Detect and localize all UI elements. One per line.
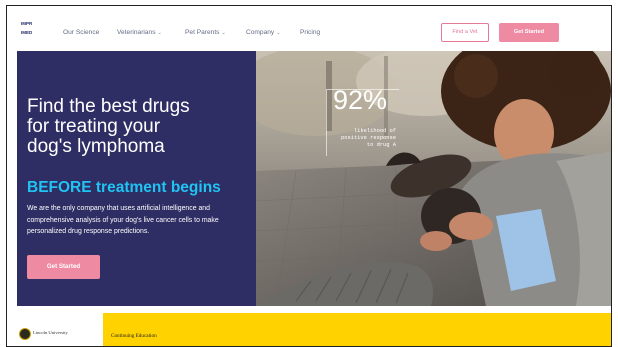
stat-caption-line: likelihood of xyxy=(353,128,396,134)
hero-headline-line: dog's lymphoma xyxy=(27,136,165,157)
brand-logo[interactable]: IMPR IMED xyxy=(21,20,43,38)
nav-link-pet-parents[interactable]: Pet Parents ⌄ xyxy=(185,29,226,36)
browser-viewport: IMPR IMED Our Science Veterinarians ⌄ Pet… xyxy=(6,5,612,347)
hero-headline-line: Find the best drugs xyxy=(27,96,190,117)
chevron-down-icon: ⌄ xyxy=(157,30,162,36)
university-strip xyxy=(7,306,103,346)
continuing-education-banner xyxy=(103,313,611,346)
nav-link-our-science[interactable]: Our Science xyxy=(63,29,99,36)
nav-link-pricing[interactable]: Pricing xyxy=(300,29,320,36)
hero-subheadline: BEFORE treatment begins xyxy=(27,179,221,196)
stat-value: 92% xyxy=(333,85,388,115)
nav-link-label: Our Science xyxy=(63,29,100,36)
stat-caption-line: to drug A xyxy=(366,142,396,148)
hero-headline-line: for treating your xyxy=(27,116,161,137)
continuing-education-label[interactable]: Continuing Education xyxy=(111,333,157,339)
logo-text-line-1: IMPR xyxy=(21,21,33,26)
chevron-down-icon: ⌄ xyxy=(221,30,226,36)
hero-photo: 92% likelihood of positive response to d… xyxy=(256,51,611,306)
nav-link-company[interactable]: Company ⌄ xyxy=(246,29,280,36)
nav-link-label: Veterinarians xyxy=(117,29,156,36)
woman-and-dog-photo xyxy=(256,51,611,306)
hero-get-started-button[interactable]: Get Started xyxy=(27,255,100,279)
university-name[interactable]: Lincoln University xyxy=(33,330,68,335)
nav-link-veterinarians[interactable]: Veterinarians ⌄ xyxy=(117,29,162,36)
nav-link-label: Pet Parents xyxy=(185,29,220,36)
hero-description: We are the only company that uses artifi… xyxy=(27,205,219,235)
chevron-down-icon: ⌄ xyxy=(276,30,281,36)
nav-link-label: Company xyxy=(246,29,275,36)
top-navigation: IMPR IMED Our Science Veterinarians ⌄ Pet… xyxy=(7,6,611,50)
hero-headline: Find the best drugs for treating your do… xyxy=(27,97,190,157)
hero-text-panel: Find the best drugs for treating your do… xyxy=(17,51,256,306)
logo-text-line-2: IMED xyxy=(21,30,33,35)
university-seal-icon xyxy=(19,328,31,340)
stat-caption: likelihood of positive response to drug … xyxy=(316,128,396,149)
stat-caption-line: positive response xyxy=(341,135,396,141)
nav-get-started-button[interactable]: Get Started xyxy=(499,23,559,42)
nav-link-label: Pricing xyxy=(300,29,321,36)
find-a-vet-button[interactable]: Find a Vet xyxy=(441,23,489,42)
